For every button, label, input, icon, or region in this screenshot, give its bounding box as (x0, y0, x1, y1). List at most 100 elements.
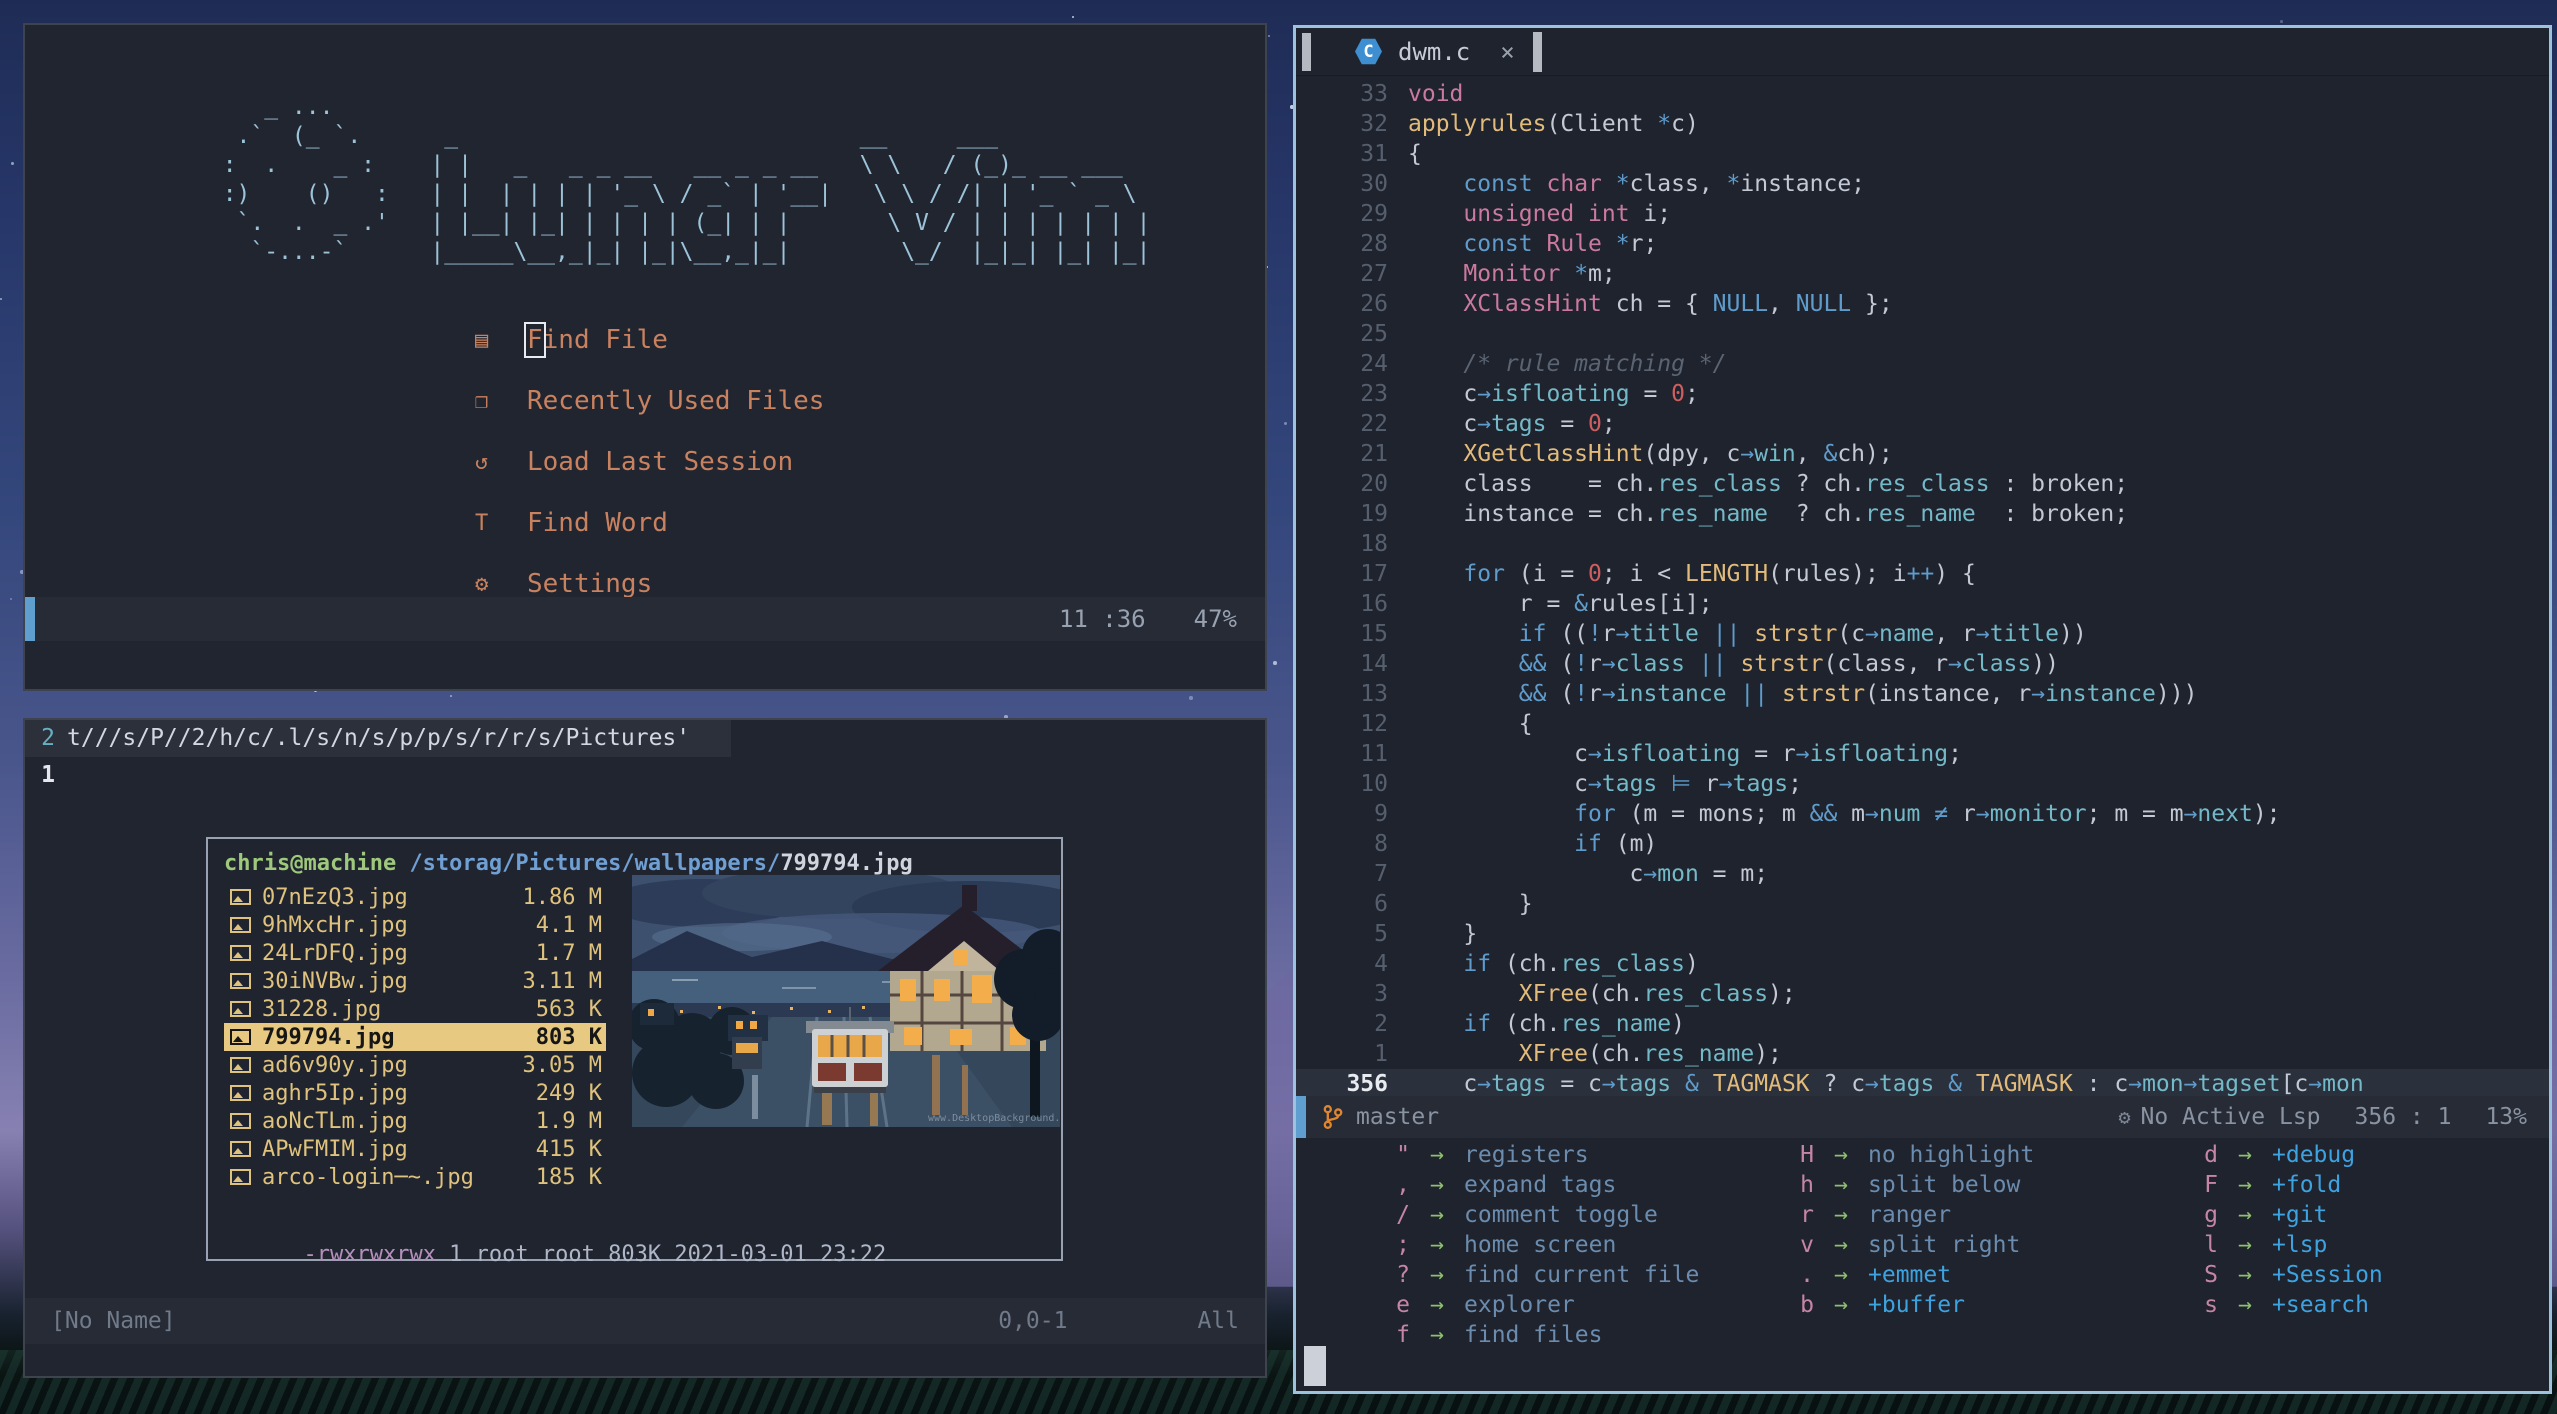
code-line: 30 const char *class, *instance; (1296, 169, 2549, 199)
code-text: unsigned int i; (1463, 201, 1672, 227)
whichkey-binding[interactable]: . → +emmet (1726, 1260, 2130, 1290)
line-number: 25 (1360, 321, 1388, 347)
code-text: XGetClassHint(dpy, c→win, &ch); (1463, 441, 1893, 467)
whichkey-key: b (1800, 1292, 1814, 1318)
arrow-icon: → (2238, 1142, 2252, 1168)
code-area[interactable]: 33 void 32 applyrules(Client *c) 31{30 const… (1296, 76, 2549, 1099)
whichkey-binding[interactable]: H → no highlight (1726, 1140, 2130, 1170)
line-number: 356 (1346, 1071, 1388, 1097)
lsp-status-text: No Active Lsp (2140, 1104, 2321, 1130)
whichkey-binding[interactable]: v → split right (1726, 1230, 2130, 1260)
file-row[interactable]: ad6v90y.jpg 3.05 M (224, 1051, 606, 1079)
dashboard-window[interactable]: _ ... .` (_ `. _ __ ___ : . _ : | | _ _ … (23, 23, 1267, 691)
whichkey-key: e (1396, 1292, 1410, 1318)
code-line: 18 (1296, 529, 2549, 559)
menu-item-recent-files[interactable]: ❐ Recently Used Files (475, 386, 824, 416)
whichkey-binding[interactable]: d → +debug (2130, 1140, 2534, 1170)
code-line: 13 && (!r→instance || strstr(instance, r… (1296, 679, 2549, 709)
file-row[interactable]: 9hMxcHr.jpg 4.1 M (224, 911, 606, 939)
file-row[interactable]: aoNcTLm.jpg 1.9 M (224, 1107, 606, 1135)
file-name: 31228.jpg (262, 996, 382, 1022)
star (1284, 422, 1288, 426)
file-row[interactable]: aghr5Ip.jpg 249 K (224, 1079, 606, 1107)
code-text: if (ch.res_name) (1463, 1011, 1685, 1037)
line-number: 8 (1374, 831, 1388, 857)
whichkey-binding[interactable]: ; → home screen (1322, 1230, 1726, 1260)
whichkey-label: +emmet (1868, 1262, 1952, 1288)
file-size: 803 K (535, 1024, 602, 1050)
code-text: class = ch.res_class ? ch.res_class : br… (1408, 471, 2129, 497)
scroll-indicator: All (1197, 1308, 1239, 1334)
buffer-line-1[interactable]: 2 t///s/P//2/h/c/.l/s/n/s/p/p/s/r/r/s/Pi… (25, 720, 1265, 757)
menu-item-find-file[interactable]: ▤ Find File (475, 322, 824, 358)
whichkey-label: ranger (1868, 1202, 1952, 1228)
menu-item-find-word[interactable]: T Find Word (475, 508, 824, 538)
whichkey-binding[interactable]: ? → find current file (1322, 1260, 1726, 1290)
file-row[interactable]: 07nEzQ3.jpg 1.86 M (224, 883, 606, 911)
header-sep (396, 849, 409, 879)
code-text: c→mon = m; (1408, 861, 1769, 887)
code-line: 4 if (ch.res_class) (1296, 949, 2549, 979)
close-tab-icon[interactable]: × (1500, 38, 1514, 66)
arrow-icon: → (1430, 1172, 1444, 1198)
copies-icon: ❐ (475, 388, 489, 414)
arrow-icon: → (1430, 1142, 1444, 1168)
file-row[interactable]: 24LrDFQ.jpg 1.7 M (224, 939, 606, 967)
whichkey-binding[interactable]: / → comment toggle (1322, 1200, 1726, 1230)
whichkey-binding[interactable]: b → +buffer (1726, 1290, 2130, 1320)
tabbar-cursor (1532, 31, 1542, 72)
buffer-line-2[interactable]: 1 (25, 757, 1265, 794)
code-line: 19 instance = ch.res_name ? ch.res_name … (1296, 499, 2549, 529)
line-number: 1 (41, 762, 55, 788)
whichkey-binding[interactable]: " → registers (1322, 1140, 1726, 1170)
arrow-icon: → (1834, 1292, 1848, 1318)
whichkey-key: . (1800, 1262, 1814, 1288)
file-size: 1.7 M (535, 940, 602, 966)
code-text: XFree(ch.res_class); (1518, 981, 1796, 1007)
file-name: 30iNVBw.jpg (262, 968, 408, 994)
terminal-window[interactable]: 2 t///s/P//2/h/c/.l/s/n/s/p/p/s/r/r/s/Pi… (23, 718, 1267, 1378)
code-line: 17 for (i = 0; i < LENGTH(rules); i++) { (1296, 559, 2549, 589)
whichkey-binding[interactable]: s → +search (2130, 1290, 2534, 1320)
whichkey-label: +lsp (2272, 1232, 2328, 1258)
line-number: 29 (1360, 201, 1388, 227)
editor-window[interactable]: C dwm.c × 33 void 32 applyrules(Client *c) 3… (1293, 25, 2552, 1394)
whichkey-binding[interactable]: , → expand tags (1322, 1170, 1726, 1200)
whichkey-binding[interactable]: l → +lsp (2130, 1230, 2534, 1260)
whichkey-binding[interactable]: h → split below (1726, 1170, 2130, 1200)
file-size: 4.1 M (535, 912, 602, 938)
statusline-accent-bar (25, 597, 35, 641)
file-row[interactable]: APwFMIM.jpg 415 K (224, 1135, 606, 1163)
code-text: XClassHint ch = { NULL, NULL }; (1463, 291, 1893, 317)
code-line: 3 XFree(ch.res_class); (1296, 979, 2549, 1009)
code-text: instance = ch.res_name ? ch.res_name : b… (1408, 501, 2129, 527)
arrow-icon: → (2238, 1262, 2252, 1288)
whichkey-key: " (1396, 1142, 1410, 1168)
menu-item-load-session[interactable]: ↺ Load Last Session (475, 447, 824, 477)
whichkey-binding[interactable]: f → find files (1322, 1320, 1726, 1350)
file-row[interactable]: 31228.jpg 563 K (224, 995, 606, 1023)
whichkey-binding[interactable]: g → +git (2130, 1200, 2534, 1230)
whichkey-key: H (1800, 1142, 1814, 1168)
whichkey-binding[interactable]: r → ranger (1726, 1200, 2130, 1230)
file-row[interactable]: 30iNVBw.jpg 3.11 M (224, 967, 606, 995)
whichkey-key: h (1800, 1172, 1814, 1198)
file-name: ad6v90y.jpg (262, 1052, 408, 1078)
code-line: 11 c→isfloating = r→isfloating; (1296, 739, 2549, 769)
tab-dwm-c[interactable]: C dwm.c × (1355, 38, 1515, 66)
file-row[interactable]: 799794.jpg 803 K (224, 1023, 606, 1051)
whichkey-binding[interactable]: F → +fold (2130, 1170, 2534, 1200)
lunarvim-logo: _ ... .` (_ `. _ __ ___ : . _ : | | _ _ … (222, 94, 1151, 265)
whichkey-binding[interactable]: S → +Session (2130, 1260, 2534, 1290)
whichkey-key: r (1800, 1202, 1814, 1228)
arrow-icon: → (1834, 1262, 1848, 1288)
text-icon: T (475, 510, 489, 536)
arrow-icon: → (1834, 1172, 1848, 1198)
star (1273, 661, 1277, 665)
image-file-icon (230, 945, 251, 961)
file-manager-popup[interactable]: chris@machine /storag/Pictures/wallpaper… (206, 837, 1063, 1267)
menu-item-settings[interactable]: ⚙ Settings (475, 569, 824, 599)
whichkey-binding[interactable]: e → explorer (1322, 1290, 1726, 1320)
file-row[interactable]: arco-login─~.jpg 185 K (224, 1163, 606, 1191)
arrow-icon: → (1430, 1322, 1444, 1348)
